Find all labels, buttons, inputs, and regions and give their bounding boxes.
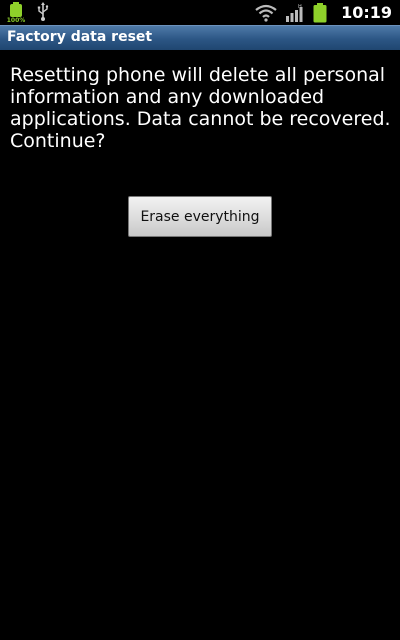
battery-small-icon: 100% — [6, 2, 26, 26]
battery-icon — [313, 2, 327, 22]
page-title: Factory data reset — [7, 29, 153, 45]
title-bar: Factory data reset — [0, 25, 400, 50]
status-clock: 10:19 — [341, 3, 392, 22]
status-left-icons: 100% — [6, 2, 50, 26]
usb-icon — [37, 2, 49, 21]
status-right-icons: H 10:19 — [255, 0, 392, 25]
reset-warning-message: Resetting phone will delete all personal… — [10, 64, 391, 152]
erase-everything-button[interactable]: Erase everything — [128, 196, 272, 237]
signal-icon: H — [286, 4, 303, 22]
battery-small-percent: 100% — [6, 17, 26, 24]
svg-text:H: H — [298, 4, 302, 10]
status-bar: 100% H 10:19 — [0, 0, 400, 25]
wifi-icon — [255, 4, 277, 22]
